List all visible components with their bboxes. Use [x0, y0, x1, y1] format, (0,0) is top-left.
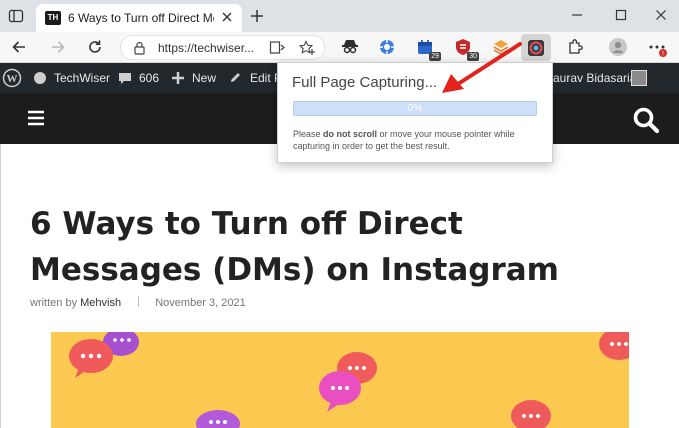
- back-arrow-icon[interactable]: [10, 38, 28, 56]
- adminbar-site-name[interactable]: TechWiser: [54, 71, 110, 85]
- red-arrow-annotation: [442, 42, 522, 93]
- close-tab-icon[interactable]: [220, 10, 234, 24]
- forward-arrow-icon[interactable]: [49, 38, 67, 56]
- popup-note: Please do not scroll or move your mouse …: [293, 128, 543, 152]
- browser-tab[interactable]: TH 6 Ways to Turn off Direct Messag: [36, 4, 242, 32]
- more-options-icon[interactable]: !: [647, 37, 667, 57]
- post-title: 6 Ways to Turn off Direct Messages (DMs)…: [30, 206, 559, 288]
- adminbar-user-name[interactable]: aurav Bidasaria: [553, 71, 636, 85]
- profile-avatar-icon[interactable]: [608, 37, 628, 57]
- browser-toolbar: https://techwiser... 29 30 !: [0, 32, 679, 63]
- techwiser-favicon: TH: [45, 11, 61, 25]
- featured-image: [51, 332, 629, 428]
- calendar-extension-icon[interactable]: 29: [415, 37, 441, 61]
- puzzle-blue-extension-icon[interactable]: [377, 37, 397, 57]
- maximize-icon[interactable]: [612, 6, 630, 24]
- extensions-puzzle-icon[interactable]: [565, 37, 585, 57]
- written-by-label: written by: [30, 297, 78, 309]
- hamburger-menu-icon[interactable]: [27, 110, 45, 126]
- note-prefix: Please: [293, 129, 324, 139]
- adminbar-new[interactable]: New: [192, 71, 216, 85]
- wordpress-logo-icon[interactable]: W: [2, 68, 22, 88]
- plus-icon: [172, 72, 184, 84]
- popup-title: Full Page Capturing...: [292, 74, 438, 91]
- user-avatar[interactable]: [631, 70, 647, 86]
- search-icon[interactable]: [632, 106, 660, 134]
- capture-progress-bar: 0%: [293, 101, 537, 116]
- adminbar-comments-count[interactable]: 606: [139, 71, 159, 85]
- home-icon: [34, 72, 46, 84]
- refresh-icon[interactable]: [86, 38, 104, 56]
- comments-icon: [119, 73, 131, 84]
- post-meta: written by Mehvish November 3, 2021: [30, 296, 246, 309]
- reader-view-icon[interactable]: [269, 40, 285, 55]
- lock-icon[interactable]: [133, 41, 146, 55]
- pencil-icon: [231, 73, 240, 82]
- author-link[interactable]: Mehvish: [80, 297, 121, 309]
- chat-bubbles-illustration: [69, 332, 629, 428]
- note-bold: do not scroll: [323, 129, 378, 139]
- address-bar[interactable]: https://techwiser...: [120, 35, 325, 60]
- svg-text:W: W: [7, 73, 18, 85]
- add-favorite-icon[interactable]: [299, 40, 316, 56]
- meta-separator: [138, 296, 140, 307]
- tab-strip: TH 6 Ways to Turn off Direct Messag: [0, 0, 679, 32]
- spy-extension-icon[interactable]: [340, 37, 360, 57]
- minimize-icon[interactable]: [568, 6, 586, 24]
- url-text: https://techwiser...: [158, 41, 255, 55]
- article-content: 6 Ways to Turn off Direct Messages (DMs)…: [0, 144, 679, 428]
- sidebar-toggle-icon[interactable]: [8, 8, 24, 24]
- progress-label: 0%: [407, 103, 423, 114]
- new-tab-icon[interactable]: [249, 8, 265, 24]
- close-window-icon[interactable]: [652, 6, 670, 24]
- post-date: November 3, 2021: [155, 297, 246, 309]
- tab-title: 6 Ways to Turn off Direct Messag: [68, 11, 214, 25]
